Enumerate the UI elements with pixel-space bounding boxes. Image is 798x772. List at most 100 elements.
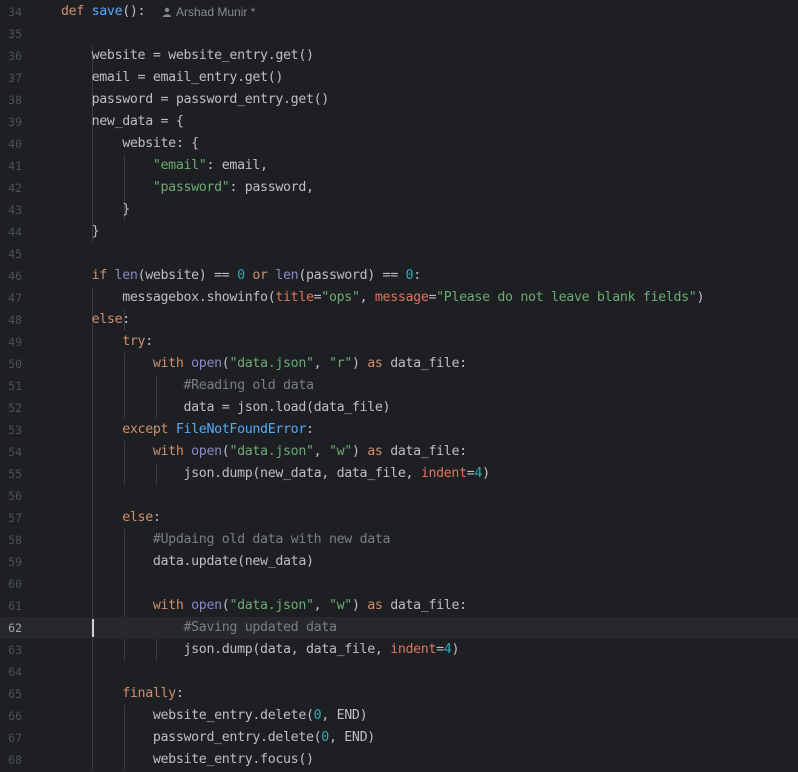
code-line[interactable]: 52 data = json.load(data_file) [0, 397, 798, 419]
code-text: email = email_entry.get() [61, 67, 284, 89]
code-line[interactable]: 34 def save(): Arshad Munir * [0, 1, 798, 23]
line-number: 52 [8, 401, 22, 415]
code-line[interactable]: 42 "password": password, [0, 177, 798, 199]
code-line[interactable]: 36 website = website_entry.get() [0, 45, 798, 67]
code-line[interactable]: 62 #Saving updated data [0, 617, 798, 639]
code-text: #Updaing old data with new data [61, 529, 391, 551]
code-token: FileNotFoundError [175, 422, 307, 437]
code-token: website_entry.focus() [61, 752, 314, 767]
line-number: 48 [8, 313, 22, 327]
code-token: ) [351, 356, 368, 371]
code-token: else [122, 510, 153, 525]
code-token: data = json.load(data_file) [61, 400, 391, 415]
code-token: len [275, 268, 299, 283]
line-number: 44 [8, 225, 22, 239]
code-text: website = website_entry.get() [61, 45, 314, 67]
code-line[interactable]: 48 else: [0, 309, 798, 331]
code-text: else: [61, 309, 131, 331]
code-token: ) [482, 466, 490, 481]
code-token: 4 [474, 466, 483, 481]
code-line[interactable]: 67 password_entry.delete(0, END) [0, 727, 798, 749]
line-number: 41 [8, 159, 22, 173]
code-text: password = password_entry.get() [61, 89, 330, 111]
code-text: password_entry.delete(0, END) [61, 727, 375, 749]
line-number: 65 [8, 687, 22, 701]
code-line[interactable]: 56 [0, 485, 798, 507]
code-line[interactable]: 43 } [0, 199, 798, 221]
code-line[interactable]: 57 else: [0, 507, 798, 529]
code-token: try [122, 334, 146, 349]
code-line[interactable]: 49 try: [0, 331, 798, 353]
code-line[interactable]: 54 with open("data.json", "w") as data_f… [0, 441, 798, 463]
code-token: ) [696, 290, 705, 305]
code-line[interactable]: 66 website_entry.delete(0, END) [0, 705, 798, 727]
code-token: website = website_entry.get() [61, 48, 314, 63]
code-token: new_data = { [61, 114, 184, 129]
code-token: : [175, 686, 184, 701]
code-line[interactable]: 60 [0, 573, 798, 595]
code-line[interactable]: 38 password = password_entry.get() [0, 89, 798, 111]
code-token: "email" [152, 158, 207, 173]
code-token: , [359, 290, 375, 305]
code-line[interactable]: 41 "email": email, [0, 155, 798, 177]
line-number: 67 [8, 731, 22, 745]
code-line[interactable]: 58 #Updaing old data with new data [0, 529, 798, 551]
line-number: 58 [8, 533, 22, 547]
author-inlay-hint[interactable]: Arshad Munir * [162, 1, 255, 23]
code-editor[interactable]: 34 def save(): Arshad Munir * 35 36 website … [0, 0, 798, 772]
code-line[interactable]: 45 [0, 243, 798, 265]
code-token: as [367, 356, 391, 371]
code-text: json.dump(new_data, data_file, indent=4) [61, 463, 490, 485]
line-number: 61 [8, 599, 22, 613]
code-line[interactable]: 51 #Reading old data [0, 375, 798, 397]
code-line[interactable]: 63 json.dump(data, data_file, indent=4) [0, 639, 798, 661]
line-number: 43 [8, 203, 22, 217]
line-number: 68 [8, 753, 22, 767]
line-number: 49 [8, 335, 22, 349]
code-token: ) [351, 444, 368, 459]
code-line[interactable]: 59 data.update(new_data) [0, 551, 798, 573]
code-line[interactable]: 50 with open("data.json", "r") as data_f… [0, 353, 798, 375]
line-number: 64 [8, 665, 22, 679]
code-token: , END) [328, 730, 375, 745]
line-number: 53 [8, 423, 22, 437]
code-line[interactable]: 44 } [0, 221, 798, 243]
code-line[interactable]: 37 email = email_entry.get() [0, 67, 798, 89]
code-token: ) [351, 598, 368, 613]
code-text: #Saving updated data [61, 617, 337, 639]
code-line[interactable]: 61 with open("data.json", "w") as data_f… [0, 595, 798, 617]
code-line[interactable]: 39 new_data = { [0, 111, 798, 133]
code-token: else [91, 312, 123, 327]
code-line[interactable]: 55 json.dump(new_data, data_file, indent… [0, 463, 798, 485]
code-token: website_entry.delete( [61, 708, 314, 723]
code-token: : email, [206, 158, 268, 173]
line-number: 66 [8, 709, 22, 723]
code-line[interactable]: 65 finally: [0, 683, 798, 705]
code-line[interactable]: 64 [0, 661, 798, 683]
code-line[interactable]: 46 if len(website) == 0 or len(password)… [0, 265, 798, 287]
line-number: 54 [8, 445, 22, 459]
code-token: #Updaing old data with new data [152, 532, 391, 547]
code-line[interactable]: 47 messagebox.showinfo(title = "ops", mess… [0, 287, 798, 309]
code-token: with [152, 598, 192, 613]
code-token: = [428, 290, 437, 305]
line-number: 36 [8, 49, 22, 63]
line-number: 60 [8, 577, 22, 591]
code-token: finally [122, 686, 176, 701]
code-line[interactable]: 68 website_entry.focus() [0, 749, 798, 771]
code-line[interactable]: 35 [0, 23, 798, 45]
code-token: : [122, 312, 130, 327]
code-text: new_data = { [61, 111, 184, 133]
code-text: if len(website) == 0 or len(password) ==… [61, 265, 422, 287]
code-token: len [114, 268, 138, 283]
code-line[interactable]: 53 except FileNotFoundError: [0, 419, 798, 441]
code-token: open [191, 356, 222, 371]
code-line[interactable]: 40 website: { [0, 133, 798, 155]
code-text: with open("data.json", "w") as data_file… [61, 595, 467, 617]
line-number: 46 [8, 269, 22, 283]
code-text: #Reading old data [61, 375, 315, 397]
code-token: : [413, 268, 421, 283]
code-token: 0 [237, 268, 245, 283]
